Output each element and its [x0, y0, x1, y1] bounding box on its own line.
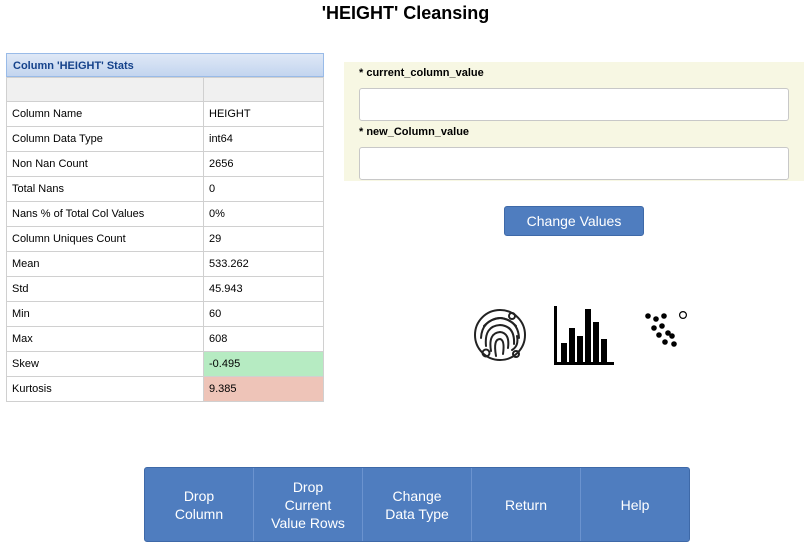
return-button[interactable]: Return: [472, 468, 581, 541]
new-value-label: * new_Column_value: [359, 126, 470, 138]
stat-value: 2656: [203, 151, 324, 177]
change-values-form: * current_column_value * new_Column_valu…: [344, 62, 804, 181]
stats-header: Column 'HEIGHT' Stats: [6, 53, 324, 77]
table-row: Mean 533.262: [6, 251, 324, 277]
drop-column-button[interactable]: Drop Column: [145, 468, 254, 541]
stats-panel: Column 'HEIGHT' Stats Column Name HEIGHT …: [6, 53, 324, 402]
table-row: Kurtosis 9.385: [6, 376, 324, 402]
stat-label: Max: [6, 326, 204, 352]
stat-label: Min: [6, 301, 204, 327]
help-button[interactable]: Help: [581, 468, 689, 541]
page-title: 'HEIGHT' Cleansing: [321, 3, 490, 23]
new-value-input[interactable]: [359, 147, 789, 180]
stat-value: 0: [203, 176, 324, 202]
table-row: Column Uniques Count 29: [6, 226, 324, 252]
skew-value: -0.495: [203, 351, 324, 377]
scatter-plot-icon[interactable]: [643, 306, 689, 356]
stat-label: Column Name: [6, 101, 204, 127]
drop-rows-button[interactable]: Drop Current Value Rows: [254, 468, 363, 541]
stats-table: Column Name HEIGHT Column Data Type int64 …: [6, 77, 324, 402]
table-row: Skew -0.495: [6, 351, 324, 377]
kurtosis-value: 9.385: [203, 376, 324, 402]
change-values-button[interactable]: Change Values: [504, 206, 644, 236]
stat-label: Non Nan Count: [6, 151, 204, 177]
table-row: Min 60: [6, 301, 324, 327]
change-data-type-button[interactable]: Change Data Type: [363, 468, 472, 541]
stat-label: Skew: [6, 351, 204, 377]
table-row: Nans % of Total Col Values 0%: [6, 201, 324, 227]
stat-label: Column Uniques Count: [6, 226, 204, 252]
stat-value: 533.262: [203, 251, 324, 277]
table-row: Column Name HEIGHT: [6, 101, 324, 127]
stat-value: 45.943: [203, 276, 324, 302]
table-row: Non Nan Count 2656: [6, 151, 324, 177]
stat-value: HEIGHT: [203, 101, 324, 127]
table-row: Total Nans 0: [6, 176, 324, 202]
current-value-label: * current_column_value: [359, 67, 484, 79]
bar-chart-icon[interactable]: [553, 306, 615, 366]
stat-label: Std: [6, 276, 204, 302]
stats-table-head: [6, 77, 324, 102]
table-row: Column Data Type int64: [6, 126, 324, 152]
current-value-input[interactable]: [359, 88, 789, 121]
stat-label: Column Data Type: [6, 126, 204, 152]
stat-value: 29: [203, 226, 324, 252]
stat-value: 608: [203, 326, 324, 352]
stat-label: Kurtosis: [6, 376, 204, 402]
table-row: Std 45.943: [6, 276, 324, 302]
stat-label: Mean: [6, 251, 204, 277]
stat-label: Total Nans: [6, 176, 204, 202]
action-button-bar: Drop Column Drop Current Value Rows Chan…: [144, 467, 690, 542]
fingerprint-icon[interactable]: [472, 306, 528, 364]
stat-value: 60: [203, 301, 324, 327]
table-row: Max 608: [6, 326, 324, 352]
stat-label: Nans % of Total Col Values: [6, 201, 204, 227]
stat-value: 0%: [203, 201, 324, 227]
stat-value: int64: [203, 126, 324, 152]
